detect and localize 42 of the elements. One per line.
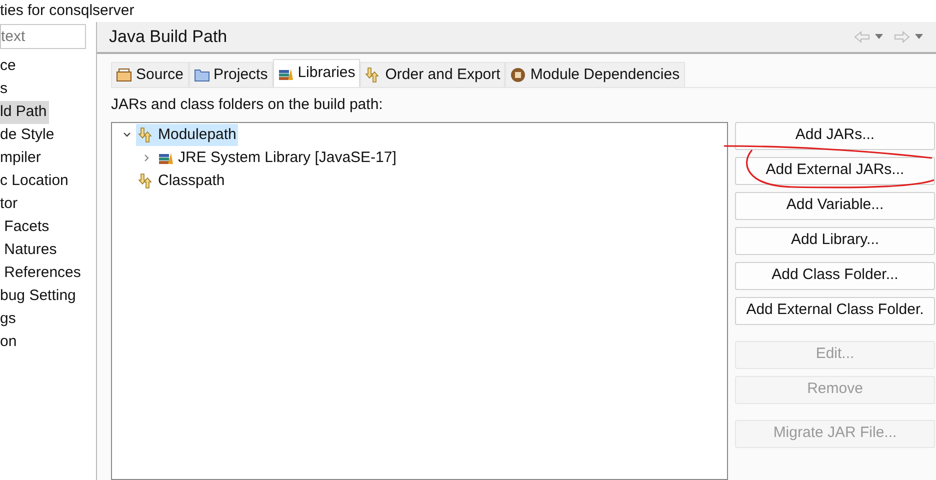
action-button[interactable]: Add Variable... — [735, 192, 935, 220]
tab[interactable]: Projects — [188, 62, 273, 87]
page-title: Java Build Path — [109, 26, 228, 48]
tree-item[interactable]: Classpath — [136, 170, 227, 192]
sidebar-item[interactable]: on — [0, 331, 19, 354]
list-label: JARs and class folders on the build path: — [111, 95, 384, 115]
sidebar-item[interactable]: gs — [0, 308, 18, 331]
dropdown-icon[interactable] — [914, 34, 924, 40]
arrows-icon — [138, 173, 154, 189]
tree-item-label: Classpath — [158, 170, 225, 191]
tab[interactable]: Source — [111, 62, 189, 87]
sidebar-item[interactable]: ld Path — [0, 101, 49, 124]
action-button[interactable]: Add Class Folder... — [735, 262, 935, 290]
tab[interactable]: Module Dependencies — [505, 62, 685, 87]
tree-item[interactable]: JRE System Library [JavaSE-17] — [156, 147, 398, 169]
action-button[interactable]: Add JARs... — [735, 122, 935, 150]
tab[interactable]: Order and Export — [360, 62, 506, 87]
tree-item-label: JRE System Library [JavaSE-17] — [178, 148, 396, 168]
sidebar-item[interactable]: c Location — [0, 170, 70, 193]
action-button[interactable]: Add Library... — [735, 226, 935, 254]
folder-icon — [194, 67, 210, 83]
window-title: ties for consqlserver — [0, 2, 134, 20]
arrows-icon — [365, 67, 382, 83]
tab[interactable]: Libraries — [272, 59, 360, 87]
sidebar-item[interactable]: ce — [0, 55, 18, 78]
package-icon — [116, 67, 132, 83]
sidebar-item[interactable]: Facets — [0, 216, 52, 239]
sidebar-item[interactable]: s — [0, 78, 10, 101]
sidebar-item[interactable]: de Style — [0, 124, 56, 147]
sidebar-item[interactable]: mpiler — [0, 147, 43, 170]
action-button[interactable]: Add External Class Folder. — [735, 296, 935, 324]
sidebar-item[interactable]: tor — [0, 193, 20, 216]
sidebar-item[interactable]: Natures — [0, 239, 59, 262]
module-icon — [510, 67, 526, 83]
arrows-icon — [138, 127, 154, 143]
sidebar-item[interactable]: References — [0, 262, 83, 285]
tree-item[interactable]: Modulepath — [136, 124, 238, 146]
action-button[interactable]: Add External JARs... — [735, 156, 935, 184]
tree-item-label: Modulepath — [158, 124, 236, 145]
filter-field[interactable]: text — [0, 24, 86, 49]
dropdown-icon[interactable] — [874, 34, 884, 40]
sidebar-item[interactable]: bug Setting — [0, 285, 78, 308]
